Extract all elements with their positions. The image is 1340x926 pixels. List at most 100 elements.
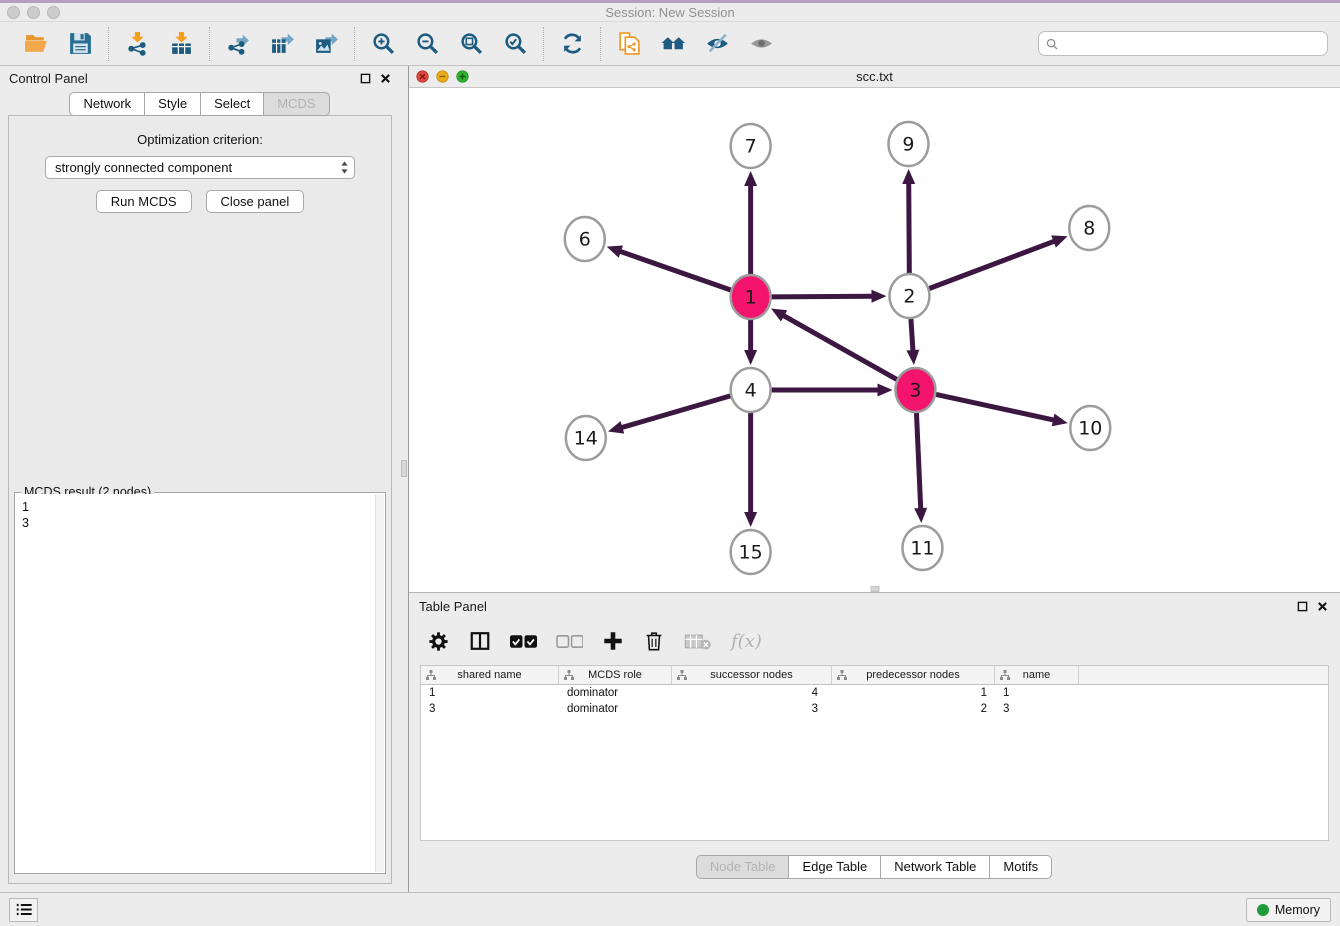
- graph-node-label: 14: [574, 427, 598, 449]
- table-cell[interactable]: 3: [421, 703, 559, 715]
- zoom-view-icon[interactable]: [456, 70, 469, 83]
- zoom-out-button[interactable]: [409, 28, 445, 60]
- column-visibility-button[interactable]: [469, 630, 491, 652]
- tab-edge-table[interactable]: Edge Table: [788, 855, 881, 879]
- table-cell[interactable]: dominator: [559, 687, 672, 699]
- graph-node-3[interactable]: 3: [895, 368, 935, 412]
- graph-node-1[interactable]: 1: [731, 275, 771, 319]
- canvas-splitter-handle[interactable]: [870, 586, 879, 592]
- home-icon: [661, 31, 686, 56]
- select-all-columns-icon: [510, 634, 537, 649]
- panel-splitter[interactable]: [400, 66, 408, 892]
- close-panel-button[interactable]: Close panel: [206, 190, 305, 213]
- import-network-button[interactable]: [119, 28, 155, 60]
- export-network-button[interactable]: [220, 28, 256, 60]
- save-session-button[interactable]: [62, 28, 98, 60]
- function-builder-button[interactable]: f(x): [731, 631, 762, 652]
- table-cell[interactable]: dominator: [559, 703, 672, 715]
- optimization-criterion-select[interactable]: strongly connected component: [45, 156, 355, 179]
- graph-edge-4-3[interactable]: [772, 384, 893, 397]
- zoom-fit-button[interactable]: [453, 28, 489, 60]
- import-table-button[interactable]: [163, 28, 199, 60]
- graph-edge-1-4[interactable]: [744, 320, 757, 365]
- minimize-view-icon[interactable]: [436, 70, 449, 83]
- hide-panel-button[interactable]: [699, 28, 735, 60]
- graph-edge-4-15[interactable]: [744, 413, 757, 527]
- graph-node-8[interactable]: 8: [1069, 206, 1109, 250]
- table-cell[interactable]: 1: [421, 687, 559, 699]
- table-row[interactable]: 1dominator411: [421, 685, 1328, 701]
- graph-node-14[interactable]: 14: [566, 416, 606, 460]
- search-field[interactable]: [1038, 31, 1328, 56]
- network-canvas[interactable]: 7 9 6 8 1 2 4 3 14 10 15 11: [409, 88, 1340, 592]
- tab-node-table[interactable]: Node Table: [696, 855, 790, 879]
- delete-table-button[interactable]: [684, 632, 712, 651]
- memory-button[interactable]: Memory: [1246, 898, 1331, 922]
- close-view-icon[interactable]: [416, 70, 429, 83]
- unselect-all-columns-button[interactable]: [556, 634, 583, 649]
- graph-node-6[interactable]: 6: [565, 217, 605, 261]
- graph-edge-2-8[interactable]: [929, 235, 1067, 288]
- table-cell[interactable]: 1: [832, 687, 995, 699]
- table-settings-button[interactable]: [427, 630, 450, 653]
- graph-edge-1-6[interactable]: [607, 245, 731, 290]
- export-image-button[interactable]: [308, 28, 344, 60]
- table-cell[interactable]: 1: [995, 687, 1079, 699]
- tab-mcds[interactable]: MCDS: [263, 92, 329, 116]
- graph-edge-1-2[interactable]: [772, 290, 887, 303]
- delete-column-button[interactable]: [643, 630, 665, 652]
- table-cell[interactable]: 3: [672, 703, 832, 715]
- task-history-button[interactable]: [9, 898, 38, 922]
- mcds-result-list[interactable]: 1 3: [16, 494, 375, 872]
- node-table[interactable]: shared nameMCDS rolesuccessor nodesprede…: [420, 665, 1329, 841]
- float-panel-icon[interactable]: [360, 73, 371, 84]
- table-cell[interactable]: 4: [672, 687, 832, 699]
- home-button[interactable]: [655, 28, 691, 60]
- graph-edge-2-9[interactable]: [902, 169, 915, 273]
- tab-style[interactable]: Style: [144, 92, 201, 116]
- splitter-handle[interactable]: [401, 460, 407, 477]
- result-scrollbar[interactable]: [375, 494, 384, 872]
- column-header-shared-name[interactable]: shared name: [421, 666, 559, 684]
- graph-edge-3-1[interactable]: [771, 309, 897, 380]
- network-overview-button[interactable]: [611, 28, 647, 60]
- graph-edge-1-7[interactable]: [744, 171, 757, 274]
- graph-node-2[interactable]: 2: [889, 274, 929, 318]
- graph-node-9[interactable]: 9: [888, 122, 928, 166]
- graph-node-label: 3: [909, 379, 921, 401]
- graph-node-11[interactable]: 11: [902, 526, 942, 570]
- tab-network[interactable]: Network: [69, 92, 145, 116]
- graph-node-4[interactable]: 4: [731, 368, 771, 412]
- column-header-predecessor-nodes[interactable]: predecessor nodes: [832, 666, 995, 684]
- graph-node-10[interactable]: 10: [1070, 406, 1110, 450]
- select-all-columns-button[interactable]: [510, 634, 537, 649]
- tab-motifs[interactable]: Motifs: [989, 855, 1052, 879]
- run-mcds-button[interactable]: Run MCDS: [96, 190, 192, 213]
- search-input[interactable]: [1063, 37, 1327, 51]
- column-header-successor-nodes[interactable]: successor nodes: [672, 666, 832, 684]
- graph-node-15[interactable]: 15: [731, 530, 771, 574]
- zoom-in-button[interactable]: [365, 28, 401, 60]
- tab-select[interactable]: Select: [200, 92, 264, 116]
- show-panel-button[interactable]: [743, 28, 779, 60]
- export-table-button[interactable]: [264, 28, 300, 60]
- graph-edge-3-10[interactable]: [936, 394, 1068, 426]
- close-table-panel-icon[interactable]: [1317, 601, 1328, 612]
- graph-node-7[interactable]: 7: [731, 124, 771, 168]
- apply-layout-button[interactable]: [554, 28, 590, 60]
- graph-edge-2-3[interactable]: [906, 319, 919, 365]
- graph-edge-4-14[interactable]: [608, 396, 730, 434]
- graph-node-label: 9: [902, 133, 914, 155]
- tab-network-table[interactable]: Network Table: [880, 855, 990, 879]
- close-panel-icon[interactable]: [380, 73, 391, 84]
- add-column-button[interactable]: [602, 630, 624, 652]
- zoom-selected-button[interactable]: [497, 28, 533, 60]
- float-table-panel-icon[interactable]: [1297, 601, 1308, 612]
- table-cell[interactable]: 2: [832, 703, 995, 715]
- column-header-name[interactable]: name: [995, 666, 1079, 684]
- column-header-mcds-role[interactable]: MCDS role: [559, 666, 672, 684]
- table-cell[interactable]: 3: [995, 703, 1079, 715]
- graph-edge-3-11[interactable]: [914, 413, 927, 523]
- open-session-button[interactable]: [18, 28, 54, 60]
- table-row[interactable]: 3dominator323: [421, 701, 1328, 717]
